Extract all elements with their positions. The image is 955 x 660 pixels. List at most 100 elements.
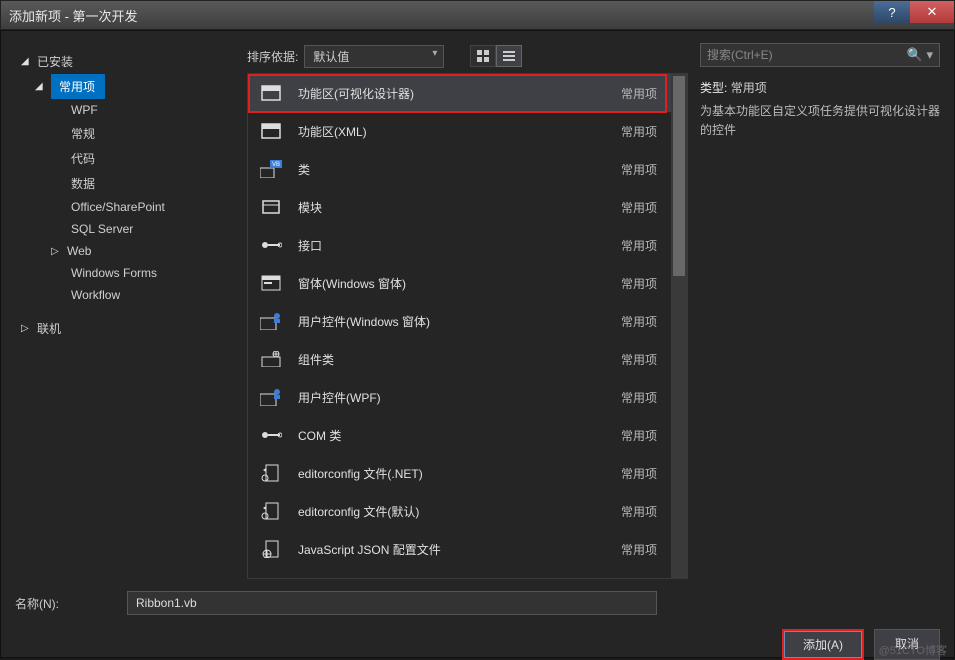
sort-toolbar: 排序依据: 默认值 (247, 43, 688, 69)
template-name: 用户控件(WPF) (298, 389, 607, 406)
template-name: 功能区(可视化设计器) (298, 85, 607, 102)
tree-label: 联机 (37, 320, 61, 337)
template-row[interactable]: 功能区(XML) 常用项 (248, 112, 671, 150)
list-icon (502, 49, 516, 63)
close-button[interactable]: ✕ (910, 1, 954, 23)
template-row[interactable]: 组件类常用项 (248, 340, 671, 378)
template-row[interactable]: COM 类常用项 (248, 416, 671, 454)
template-category: 常用项 (621, 541, 657, 558)
chevron-right-icon: ▷ (51, 246, 61, 257)
help-button[interactable]: ? (874, 1, 910, 23)
scroll-thumb[interactable] (673, 76, 685, 276)
detail-type-value: 常用项 (731, 81, 767, 95)
template-row[interactable]: 接口常用项 (248, 226, 671, 264)
name-input[interactable] (127, 591, 657, 615)
template-category: 常用项 (621, 123, 657, 140)
detail-type-row: 类型: 常用项 (700, 79, 940, 96)
tree-label: 数据 (71, 175, 95, 192)
editorconfig-icon (258, 462, 284, 484)
js-config-icon (258, 538, 284, 560)
add-button[interactable]: 添加(A) (782, 629, 864, 660)
tree-item-code[interactable]: 代码 (15, 146, 235, 171)
view-list-button[interactable] (496, 45, 522, 67)
template-name: editorconfig 文件(默认) (298, 503, 607, 520)
tree-installed[interactable]: ◢ 已安装 (15, 49, 235, 74)
chevron-down-icon: ◢ (35, 81, 45, 92)
tree-label: Office/SharePoint (71, 200, 165, 214)
template-category: 常用项 (621, 389, 657, 406)
tree-online[interactable]: ▷ 联机 (15, 316, 235, 341)
sort-label: 排序依据: (247, 48, 298, 65)
template-category: 常用项 (621, 275, 657, 292)
tree-item-web[interactable]: ▷ Web (15, 240, 235, 262)
tree-common[interactable]: ◢ 常用项 (15, 74, 235, 99)
template-name: COM 类 (298, 427, 607, 444)
chevron-down-icon: ◢ (21, 56, 31, 67)
detail-description: 为基本功能区自定义项任务提供可视化设计器的控件 (700, 102, 940, 140)
template-category: 常用项 (621, 199, 657, 216)
template-name: editorconfig 文件(.NET) (298, 465, 607, 482)
window-title: 添加新项 - 第一次开发 (9, 6, 138, 25)
tree-label-selected: 常用项 (51, 74, 105, 99)
template-row[interactable]: VB 类常用项 (248, 150, 671, 188)
template-category: 常用项 (621, 465, 657, 482)
detail-type-label: 类型: (700, 81, 727, 95)
template-category: 常用项 (621, 161, 657, 178)
category-sidebar: ◢ 已安装 ◢ 常用项 WPF 常规 代码 数据 Office/SharePoi… (15, 43, 235, 579)
template-name: 功能区(XML) (298, 123, 607, 140)
view-grid-button[interactable] (470, 45, 496, 67)
ribbon-icon (258, 82, 284, 104)
template-row[interactable]: 用户控件(WPF) 常用项 (248, 378, 671, 416)
scrollbar[interactable] (671, 74, 687, 578)
tree-label: 代码 (71, 150, 95, 167)
tree-label: Web (67, 244, 91, 258)
editorconfig-icon (258, 500, 284, 522)
svg-text:VB: VB (272, 162, 280, 168)
template-name: 组件类 (298, 351, 607, 368)
tree-item-workflow[interactable]: Workflow (15, 284, 235, 306)
template-category: 常用项 (621, 427, 657, 444)
sort-value: 默认值 (313, 50, 349, 64)
js-file-icon: JS (258, 576, 284, 578)
search-box[interactable]: 🔍 ▾ (700, 43, 940, 67)
template-row[interactable]: 功能区(可视化设计器) 常用项 (248, 74, 671, 112)
template-name: 用户控件(Windows 窗体) (298, 313, 607, 330)
template-name: 类 (298, 161, 607, 178)
template-name: 模块 (298, 199, 607, 216)
template-row[interactable]: 模块常用项 (248, 188, 671, 226)
usercontrol-icon (258, 310, 284, 332)
template-category: 常用项 (621, 85, 657, 102)
form-icon (258, 272, 284, 294)
template-name: JavaScript JSON 配置文件 (298, 541, 607, 558)
template-row[interactable]: 用户控件(Windows 窗体)常用项 (248, 302, 671, 340)
tree-label: 已安装 (37, 53, 73, 70)
watermark: @51CTO博客 (879, 642, 947, 658)
chevron-right-icon: ▷ (21, 323, 31, 334)
sort-dropdown[interactable]: 默认值 (304, 45, 444, 68)
tree-item-data[interactable]: 数据 (15, 171, 235, 196)
template-category: 常用项 (621, 237, 657, 254)
search-input[interactable] (707, 48, 907, 62)
com-class-icon (258, 424, 284, 446)
tree-item-sql[interactable]: SQL Server (15, 218, 235, 240)
template-row[interactable]: editorconfig 文件(.NET) 常用项 (248, 454, 671, 492)
template-name: 接口 (298, 237, 607, 254)
template-row[interactable]: editorconfig 文件(默认)常用项 (248, 492, 671, 530)
tree-item-winforms[interactable]: Windows Forms (15, 262, 235, 284)
tree-label: WPF (71, 103, 98, 117)
tree-label: 常规 (71, 125, 95, 142)
component-icon (258, 348, 284, 370)
tree-item-general[interactable]: 常规 (15, 121, 235, 146)
tree-label: Workflow (71, 288, 120, 302)
template-list: 功能区(可视化设计器)常用项功能区(XML)常用项VB类常用项模块常用项接口常用… (248, 74, 671, 578)
template-row[interactable]: JavaScript JSON 配置文件常用项 (248, 530, 671, 568)
tree-item-office[interactable]: Office/SharePoint (15, 196, 235, 218)
module-icon (258, 196, 284, 218)
search-icon: 🔍 ▾ (907, 47, 933, 63)
add-button-label: 添加(A) (784, 631, 862, 658)
template-row[interactable]: 窗体(Windows 窗体)常用项 (248, 264, 671, 302)
tree-item-wpf[interactable]: WPF (15, 99, 235, 121)
ribbon-icon (258, 120, 284, 142)
template-row[interactable]: JSJavaScript 文件常用项 (248, 568, 671, 578)
name-label: 名称(N): (15, 595, 115, 612)
